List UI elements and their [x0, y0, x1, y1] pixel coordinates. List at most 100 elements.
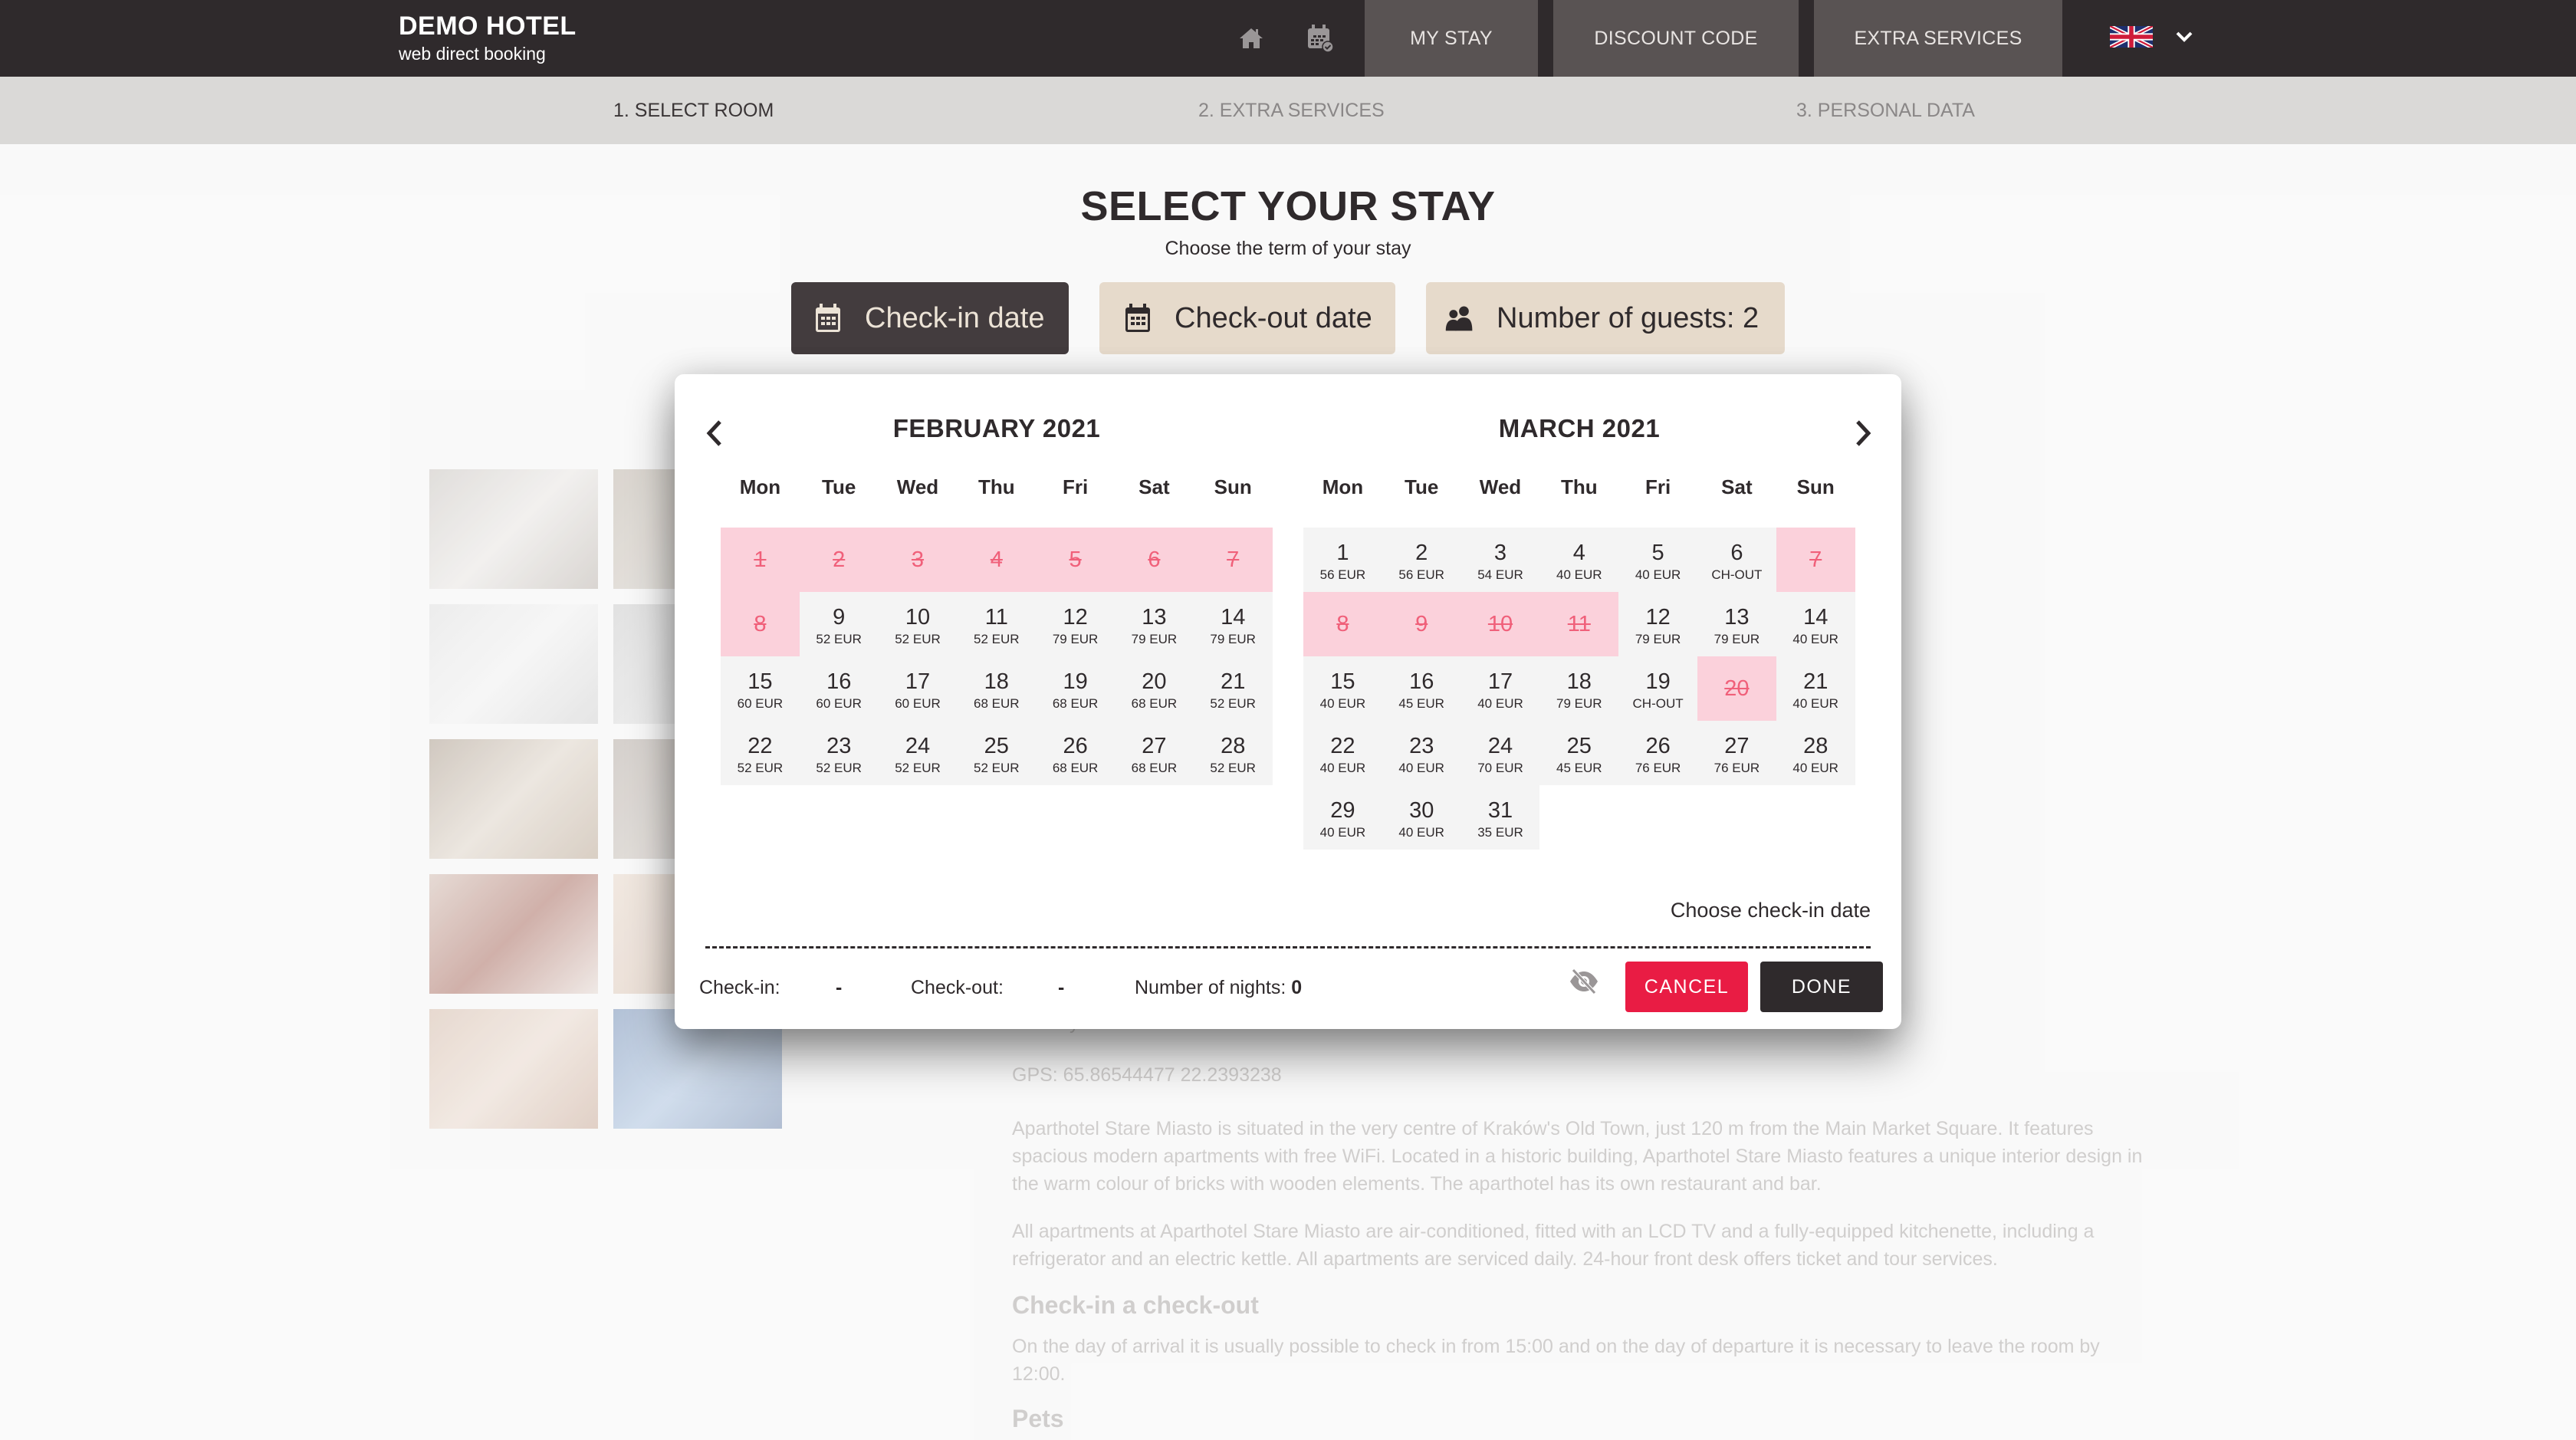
done-button[interactable]: DONE — [1760, 962, 1883, 1012]
day-number: 25 — [984, 734, 1009, 758]
calendar-day[interactable]: 16 45 EUR — [1382, 656, 1461, 721]
calendar-day[interactable]: 20 68 EUR — [1115, 656, 1194, 721]
day-price: 68 EUR — [974, 696, 1020, 711]
checkout-date-button[interactable]: Check-out date — [1099, 282, 1395, 354]
room-photo[interactable] — [429, 739, 598, 859]
calendar-day[interactable]: 13 79 EUR — [1697, 592, 1776, 656]
day-number: 27 — [1724, 734, 1750, 758]
calendar-day[interactable]: 25 52 EUR — [957, 721, 1037, 785]
calendar-day[interactable]: 17 60 EUR — [878, 656, 958, 721]
calendar-day[interactable]: 21 40 EUR — [1776, 656, 1855, 721]
calendar-day[interactable]: 6 CH-OUT — [1697, 528, 1776, 592]
brand[interactable]: DEMO HOTEL web direct booking — [399, 11, 577, 64]
checkout-summary-label: Check-out: — [911, 977, 1004, 998]
calendar-day[interactable]: 25 45 EUR — [1539, 721, 1619, 785]
calendar-day[interactable]: 11 52 EUR — [957, 592, 1037, 656]
month-title: FEBRUARY 2021 — [892, 414, 1101, 442]
day-price: 54 EUR — [1477, 567, 1523, 582]
calendar-day[interactable]: 1 56 EUR — [1303, 528, 1382, 592]
day-price: 40 EUR — [1398, 761, 1444, 775]
calendar-day[interactable]: 12 79 EUR — [1618, 592, 1697, 656]
day-number: 16 — [1409, 669, 1434, 694]
day-number: 19 — [1645, 669, 1671, 694]
calendar-check-icon[interactable] — [1305, 23, 1336, 54]
massage-photo[interactable] — [429, 1009, 598, 1129]
step-personal-data[interactable]: 3. PERSONAL DATA — [1796, 77, 1975, 144]
calendar-day[interactable]: 26 68 EUR — [1036, 721, 1115, 785]
day-price: 79 EUR — [1210, 632, 1256, 646]
calendar-day[interactable]: 19 68 EUR — [1036, 656, 1115, 721]
calendar-day[interactable]: 18 79 EUR — [1539, 656, 1619, 721]
calendar-day[interactable]: 4 40 EUR — [1539, 528, 1619, 592]
spa-bath-photo[interactable] — [429, 874, 598, 994]
calendar-day[interactable]: 28 52 EUR — [1193, 721, 1273, 785]
nav-my-stay[interactable]: MY STAY — [1365, 0, 1538, 77]
date-picker-popup: FEBRUARY 2021 Mon Tue Wed Thu Fri Sat Sun 1234… — [675, 374, 1901, 1029]
calendar-day[interactable]: 27 76 EUR — [1697, 721, 1776, 785]
gps-coordinates: GPS: 65.86544477 22.2393238 — [1012, 1064, 1282, 1086]
calendar-day[interactable]: 13 79 EUR — [1115, 592, 1194, 656]
checkout-date-label: Check-out date — [1175, 301, 1372, 334]
calendar-day[interactable]: 30 40 EUR — [1382, 785, 1461, 850]
calendar-day[interactable]: 24 52 EUR — [878, 721, 958, 785]
calendar-day[interactable]: 26 76 EUR — [1618, 721, 1697, 785]
calendar-day[interactable]: 14 40 EUR — [1776, 592, 1855, 656]
calendar-day[interactable]: 15 40 EUR — [1303, 656, 1382, 721]
calendar-day[interactable]: 12 79 EUR — [1036, 592, 1115, 656]
calendar-day[interactable]: 24 70 EUR — [1460, 721, 1540, 785]
calendar-day-unavailable: 2 — [799, 528, 879, 592]
checkin-date-label: Check-in date — [865, 301, 1045, 334]
day-price: 68 EUR — [1052, 696, 1099, 711]
calendar-day[interactable]: 19 CH-OUT — [1618, 656, 1697, 721]
calendar-day[interactable]: 9 52 EUR — [799, 592, 879, 656]
day-number: 2 — [833, 547, 846, 572]
step-extra-services[interactable]: 2. EXTRA SERVICES — [1198, 77, 1385, 144]
nav-extra-services[interactable]: EXTRA SERVICES — [1814, 0, 2062, 77]
day-number: 23 — [826, 734, 852, 758]
room-photo[interactable] — [429, 604, 598, 724]
day-number: 24 — [1487, 734, 1513, 758]
day-number: 9 — [833, 605, 846, 630]
day-number: 12 — [1645, 605, 1671, 630]
calendar-day[interactable]: 22 40 EUR — [1303, 721, 1382, 785]
calendar-day[interactable]: 23 52 EUR — [799, 721, 879, 785]
calendar-day[interactable]: 18 68 EUR — [957, 656, 1037, 721]
calendar-day[interactable]: 28 40 EUR — [1776, 721, 1855, 785]
nav-discount-code[interactable]: DISCOUNT CODE — [1553, 0, 1799, 77]
day-price: 52 EUR — [816, 761, 862, 775]
calendar-day[interactable]: 27 68 EUR — [1115, 721, 1194, 785]
day-price: 56 EUR — [1398, 567, 1444, 582]
calendar-day[interactable]: 15 60 EUR — [721, 656, 800, 721]
checkin-date-button[interactable]: Check-in date — [791, 282, 1069, 354]
calendar-day[interactable]: 3 54 EUR — [1460, 528, 1540, 592]
weekday-label: Sat — [1138, 475, 1170, 498]
calendar-day[interactable]: 21 52 EUR — [1193, 656, 1273, 721]
day-number: 13 — [1142, 605, 1167, 630]
room-photo[interactable] — [429, 469, 598, 589]
number-of-guests-button[interactable]: Number of guests: 2 — [1426, 282, 1785, 354]
calendar-day[interactable]: 5 40 EUR — [1618, 528, 1697, 592]
day-number: 10 — [905, 605, 931, 630]
calendar-icon — [813, 301, 843, 335]
day-price: 60 EUR — [895, 696, 941, 711]
step-select-room[interactable]: 1. SELECT ROOM — [613, 77, 774, 144]
calendar-day[interactable]: 14 79 EUR — [1193, 592, 1273, 656]
day-price: 56 EUR — [1319, 567, 1366, 582]
calendar-day[interactable]: 10 52 EUR — [878, 592, 958, 656]
calendar-day[interactable]: 23 40 EUR — [1382, 721, 1461, 785]
language-selector[interactable] — [2108, 23, 2193, 51]
calendar-day[interactable]: 29 40 EUR — [1303, 785, 1382, 850]
hide-prices-toggle[interactable] — [1567, 965, 1601, 998]
weekday-label: Sun — [1796, 475, 1835, 498]
calendar-day-unavailable: 4 — [957, 528, 1037, 592]
calendar-day[interactable]: 22 52 EUR — [721, 721, 800, 785]
cancel-button[interactable]: CANCEL — [1625, 962, 1748, 1012]
calendar-day[interactable]: 31 35 EUR — [1460, 785, 1540, 850]
calendar-day[interactable]: 2 56 EUR — [1382, 528, 1461, 592]
day-price: 79 EUR — [1131, 632, 1178, 646]
calendar-day[interactable]: 17 40 EUR — [1460, 656, 1540, 721]
day-number: 20 — [1724, 676, 1750, 701]
calendar-day[interactable]: 16 60 EUR — [799, 656, 879, 721]
day-number: 1 — [754, 547, 767, 572]
home-icon[interactable] — [1236, 23, 1267, 54]
